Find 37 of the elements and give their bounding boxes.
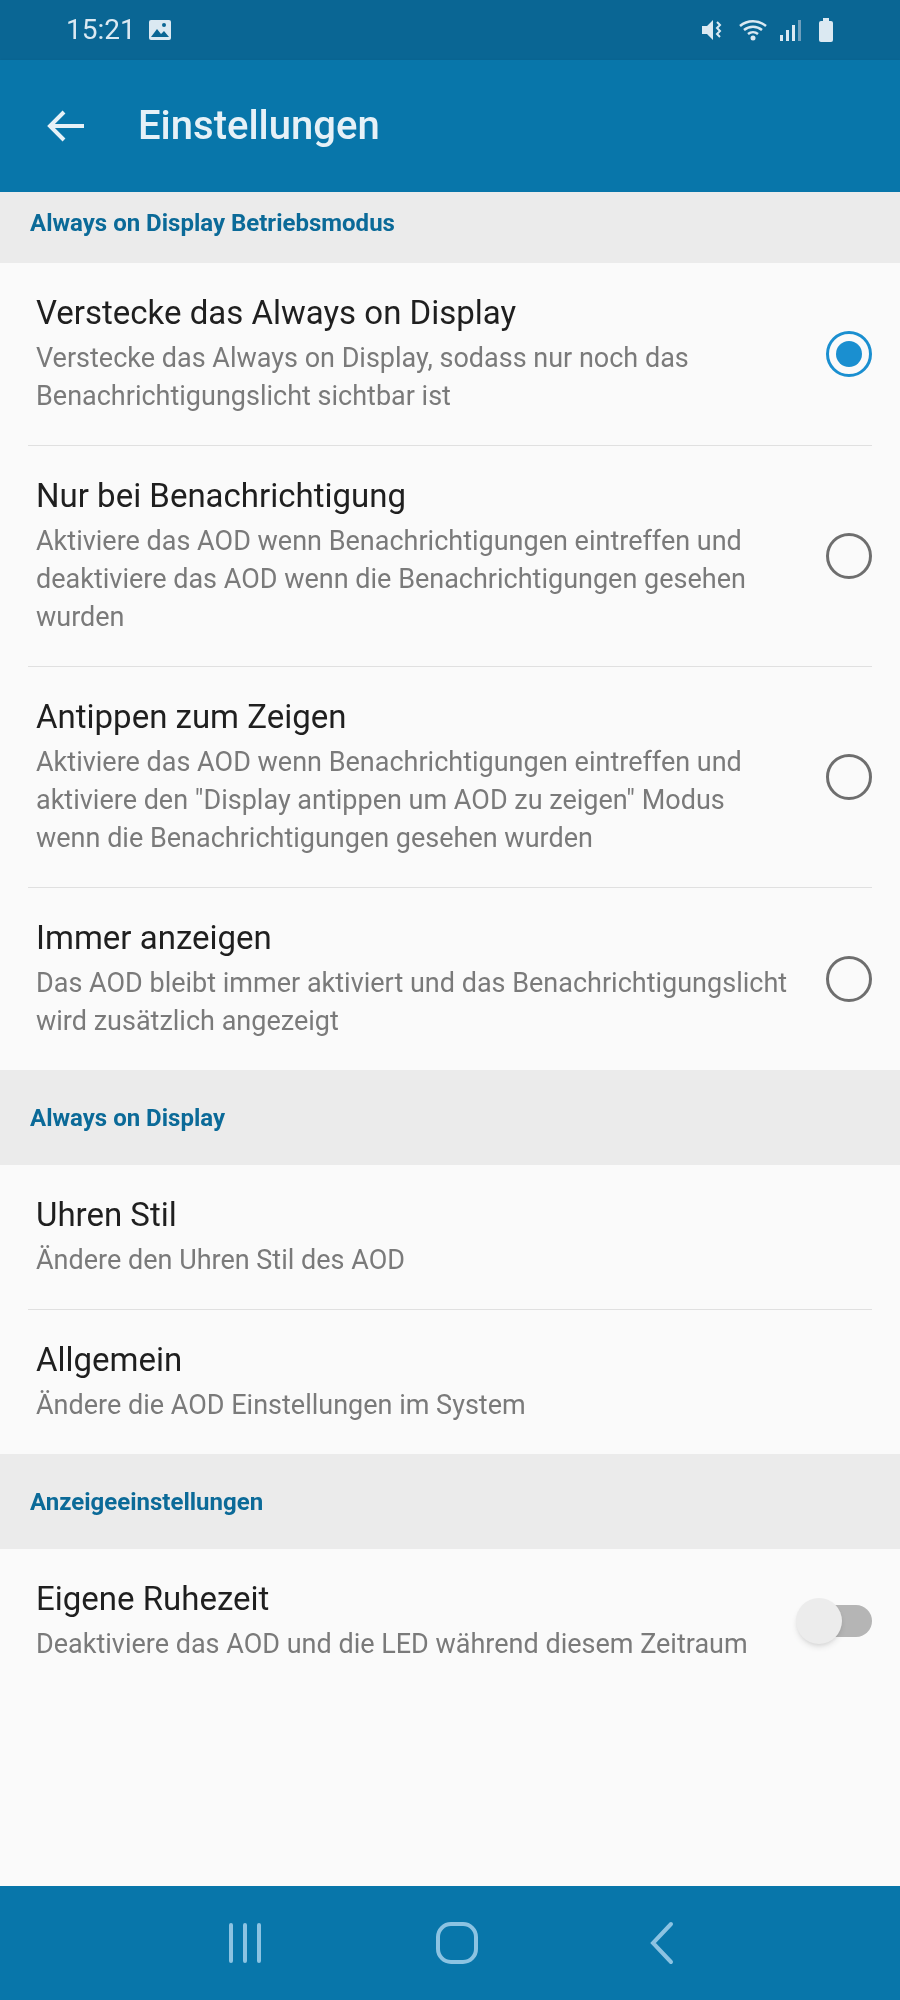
item-description: Ändere die AOD Einstellungen im System <box>36 1388 527 1423</box>
toggle-switch[interactable] <box>796 1597 872 1645</box>
app-bar-title: Einstellungen <box>138 101 380 151</box>
settings-item[interactable]: Allgemein Ändere die AOD Einstellungen im System <box>28 1310 872 1454</box>
item-description: Deaktiviere das AOD und die LED während diesem Zeitraum <box>36 1627 749 1662</box>
settings-item[interactable]: Immer anzeigen Das AOD bleibt immer aktiviert und das Benachrichtigungslicht wird zusätzlich angezeigt <box>28 888 872 1070</box>
section-header: Always on Display Betriebsmodus <box>30 207 395 239</box>
settings-item[interactable]: Verstecke das Always on Display Verstecke das Always on Display, sodass nur noch das Benachrichtigungslicht sichtbar ist <box>28 263 872 446</box>
item-description: Das AOD bleibt immer aktiviert und das Benachrichtigungslicht wird zusätzlich angezeigt <box>36 966 789 1039</box>
item-title: Verstecke das Always on Display <box>36 293 518 333</box>
section-header: Always on Display <box>30 1102 225 1134</box>
item-description: Verstecke das Always on Display, sodass nur noch das Benachrichtigungslicht sichtbar ist <box>36 341 690 414</box>
item-description: Aktiviere das AOD wenn Benachrichtigungen eintreffen und deaktiviere das AOD wenn die Benachrichtigungen gesehen wurden <box>36 524 747 635</box>
battery-icon <box>818 17 834 43</box>
radio-button[interactable] <box>826 956 872 1002</box>
section-header: Anzeigeeinstellungen <box>30 1486 264 1518</box>
radio-button[interactable] <box>826 533 872 579</box>
radio-button[interactable] <box>826 754 872 800</box>
item-description: Aktiviere das AOD wenn Benachrichtigungen eintreffen und aktiviere den "Display antippen um AOD zu zeigen" Modus wenn die Benachrichtigungen gesehen wurden <box>36 745 743 856</box>
radio-button[interactable] <box>826 331 872 377</box>
settings-item[interactable]: Antippen zum Zeigen Aktiviere das AOD wenn Benachrichtigungen eintreffen und aktiviere den "Display antippen um AOD zu zeigen" Modus wenn die Benachrichtigungen gesehen wurden <box>28 667 872 888</box>
image-icon <box>147 19 172 41</box>
back-arrow-icon <box>46 109 86 143</box>
item-title: Eigene Ruhezeit <box>36 1579 271 1619</box>
item-title: Nur bei Benachrichtigung <box>36 476 407 516</box>
back-icon[interactable] <box>649 1921 675 1965</box>
item-title: Uhren Stil <box>36 1195 178 1235</box>
settings-item[interactable]: Eigene Ruhezeit Deaktiviere das AOD und die LED während diesem Zeitraum <box>28 1549 872 1693</box>
home-icon[interactable] <box>435 1921 479 1965</box>
item-title: Immer anzeigen <box>36 918 273 958</box>
item-title: Antippen zum Zeigen <box>36 697 348 737</box>
item-description: Ändere den Uhren Stil des AOD <box>36 1243 406 1278</box>
signal-icon <box>778 17 802 43</box>
settings-item[interactable]: Nur bei Benachrichtigung Aktiviere das AOD wenn Benachrichtigungen eintreffen und deaktiviere das AOD wenn die Benachrichtigungen gesehen wurden <box>28 446 872 667</box>
settings-item[interactable]: Uhren Stil Ändere den Uhren Stil des AOD <box>28 1165 872 1310</box>
item-title: Allgemein <box>36 1340 184 1380</box>
status-time: 15:21 <box>66 12 136 48</box>
